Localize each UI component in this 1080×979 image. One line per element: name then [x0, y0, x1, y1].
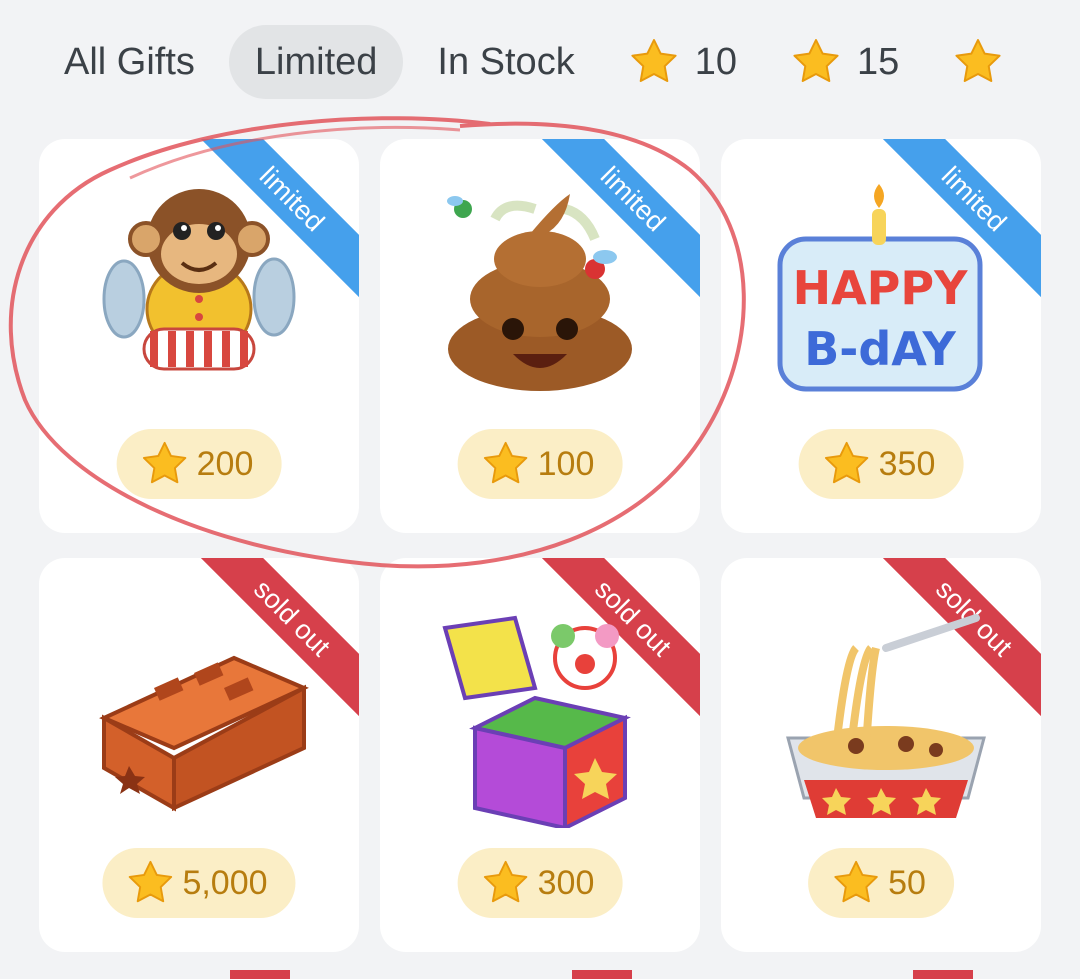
- star-icon: [483, 860, 528, 903]
- brick-gift-image: [99, 655, 309, 812]
- tab-label: 15: [856, 40, 900, 83]
- star-icon: [824, 441, 869, 484]
- tab-label: In Stock: [437, 40, 575, 83]
- gift-card-brick[interactable]: sold out 5,000: [39, 558, 359, 952]
- jack-in-the-box-gift-image: [442, 615, 631, 828]
- tab-in-stock[interactable]: In Stock: [411, 25, 600, 99]
- tab-price-15[interactable]: 15: [771, 25, 925, 99]
- price-pill: 200: [116, 429, 282, 499]
- star-icon: [834, 860, 878, 903]
- star-icon: [955, 39, 1001, 82]
- noodle-dish-gift-image: [786, 614, 986, 818]
- price-pill: 350: [798, 429, 964, 499]
- gift-card-monkey[interactable]: limited 200: [39, 139, 359, 533]
- price-pill: 50: [808, 848, 954, 918]
- price-value: 200: [196, 444, 254, 483]
- gift-card-noodles[interactable]: sold out 50: [721, 558, 1041, 952]
- tab-label: All Gifts: [64, 40, 195, 83]
- monkey-gift-image: [102, 189, 296, 371]
- price-value: 50: [888, 863, 926, 902]
- gift-card-jack-in-the-box[interactable]: sold out 300: [380, 558, 700, 952]
- tab-label: 10: [694, 40, 737, 83]
- star-icon: [142, 441, 187, 484]
- price-value: 100: [537, 444, 595, 483]
- bday-text: B-dAY: [804, 322, 956, 376]
- price-pill: 300: [457, 848, 623, 918]
- gift-filter-tabs: All Gifts Limited In Stock 10 15: [0, 20, 1080, 104]
- price-value: 300: [537, 863, 595, 902]
- tab-price-more[interactable]: [933, 25, 1045, 99]
- gift-store-screen: All Gifts Limited In Stock 10 15 limited: [0, 0, 1080, 979]
- star-icon: [483, 441, 528, 484]
- poop-gift-image: [447, 194, 632, 391]
- tab-label: Limited: [254, 40, 378, 83]
- gift-card-poop[interactable]: limited 100: [380, 139, 700, 533]
- happy-bday-gift-image: HAPPY B-dAY: [777, 184, 983, 392]
- price-value: 5,000: [182, 863, 268, 902]
- price-pill: 5,000: [102, 848, 296, 918]
- tab-all-gifts[interactable]: All Gifts: [38, 25, 221, 99]
- tab-limited[interactable]: Limited: [228, 25, 404, 99]
- price-value: 350: [878, 444, 936, 483]
- tab-price-10[interactable]: 10: [609, 25, 763, 99]
- price-pill: 100: [457, 429, 623, 499]
- happy-text: HAPPY: [793, 261, 969, 315]
- gift-card-happy-bday[interactable]: limited HAPPY B-dAY 350: [721, 139, 1041, 533]
- star-icon: [128, 860, 173, 903]
- next-row-peek: [230, 970, 973, 979]
- star-icon: [631, 39, 677, 82]
- star-icon: [793, 39, 839, 82]
